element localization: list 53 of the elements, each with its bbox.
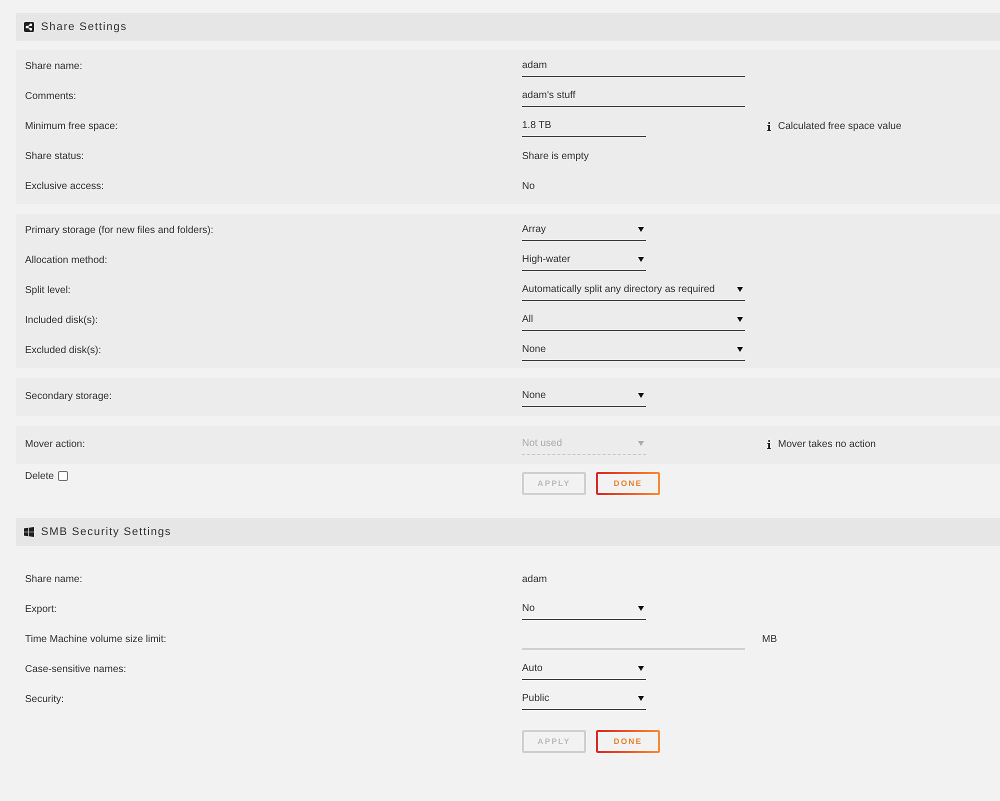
dropdown[interactable]: None xyxy=(522,339,745,361)
field-label: Exclusive access: xyxy=(25,180,105,192)
caret-icon xyxy=(638,257,644,262)
text-field[interactable]: adam xyxy=(522,55,745,77)
value-text: No xyxy=(522,180,535,192)
info-note: Calculated free space value xyxy=(778,120,902,132)
field-label: Mover action: xyxy=(25,438,86,450)
caret-icon xyxy=(638,666,644,671)
section-title: Share Settings xyxy=(41,21,128,33)
field-label: Minimum free space: xyxy=(25,120,119,132)
field-label: Primary storage (for new files and folders): xyxy=(25,224,214,236)
text-field[interactable]: adam's stuff xyxy=(522,85,745,107)
field-label: Export: xyxy=(25,604,58,614)
delete-checkbox[interactable] xyxy=(58,471,68,481)
field-label: Comments: xyxy=(25,90,78,102)
field-label: Excluded disk(s): xyxy=(25,344,102,356)
field-label: Time Machine volume size limit: xyxy=(25,634,168,644)
field-label: Allocation method: xyxy=(25,254,108,266)
field-label: Share status: xyxy=(25,150,85,162)
caret-icon xyxy=(638,696,644,701)
info-note: Mover takes no action xyxy=(778,438,876,450)
info-icon xyxy=(767,440,771,448)
caret-icon xyxy=(638,441,644,446)
unit-label: MB xyxy=(762,634,777,644)
dropdown[interactable]: All xyxy=(522,309,745,331)
field-label: Included disk(s): xyxy=(25,314,99,326)
caret-icon xyxy=(737,317,743,322)
dropdown[interactable]: Automatically split any directory as required xyxy=(522,279,745,301)
value-text: Share is empty xyxy=(522,150,589,162)
info-icon xyxy=(767,122,771,130)
caret-icon xyxy=(737,287,743,292)
share-icon xyxy=(24,22,34,32)
caret-icon xyxy=(638,393,644,398)
field-label: Case-sensitive names: xyxy=(25,664,128,674)
caret-icon xyxy=(638,227,644,232)
section-title: SMB Security Settings xyxy=(41,526,172,538)
field-label: Share name: xyxy=(25,574,84,584)
delete-label: Delete xyxy=(25,470,54,482)
field-label: Split level: xyxy=(25,284,72,296)
tiles-icon xyxy=(24,527,34,537)
caret-icon xyxy=(638,606,644,611)
value-text: adam xyxy=(522,574,548,584)
dropdown[interactable]: No xyxy=(522,598,646,620)
dropdown[interactable]: None xyxy=(522,385,646,407)
field-label: Security: xyxy=(25,694,65,704)
dropdown[interactable]: High-water xyxy=(522,249,646,271)
caret-icon xyxy=(737,347,743,352)
field-label: Share name: xyxy=(25,60,84,72)
dropdown[interactable]: Auto xyxy=(522,658,646,680)
field-label: Secondary storage: xyxy=(25,390,113,402)
text-field[interactable]: 1.8 TB xyxy=(522,115,646,137)
dropdown[interactable]: Public xyxy=(522,688,646,710)
dropdown[interactable]: Array xyxy=(522,219,646,241)
